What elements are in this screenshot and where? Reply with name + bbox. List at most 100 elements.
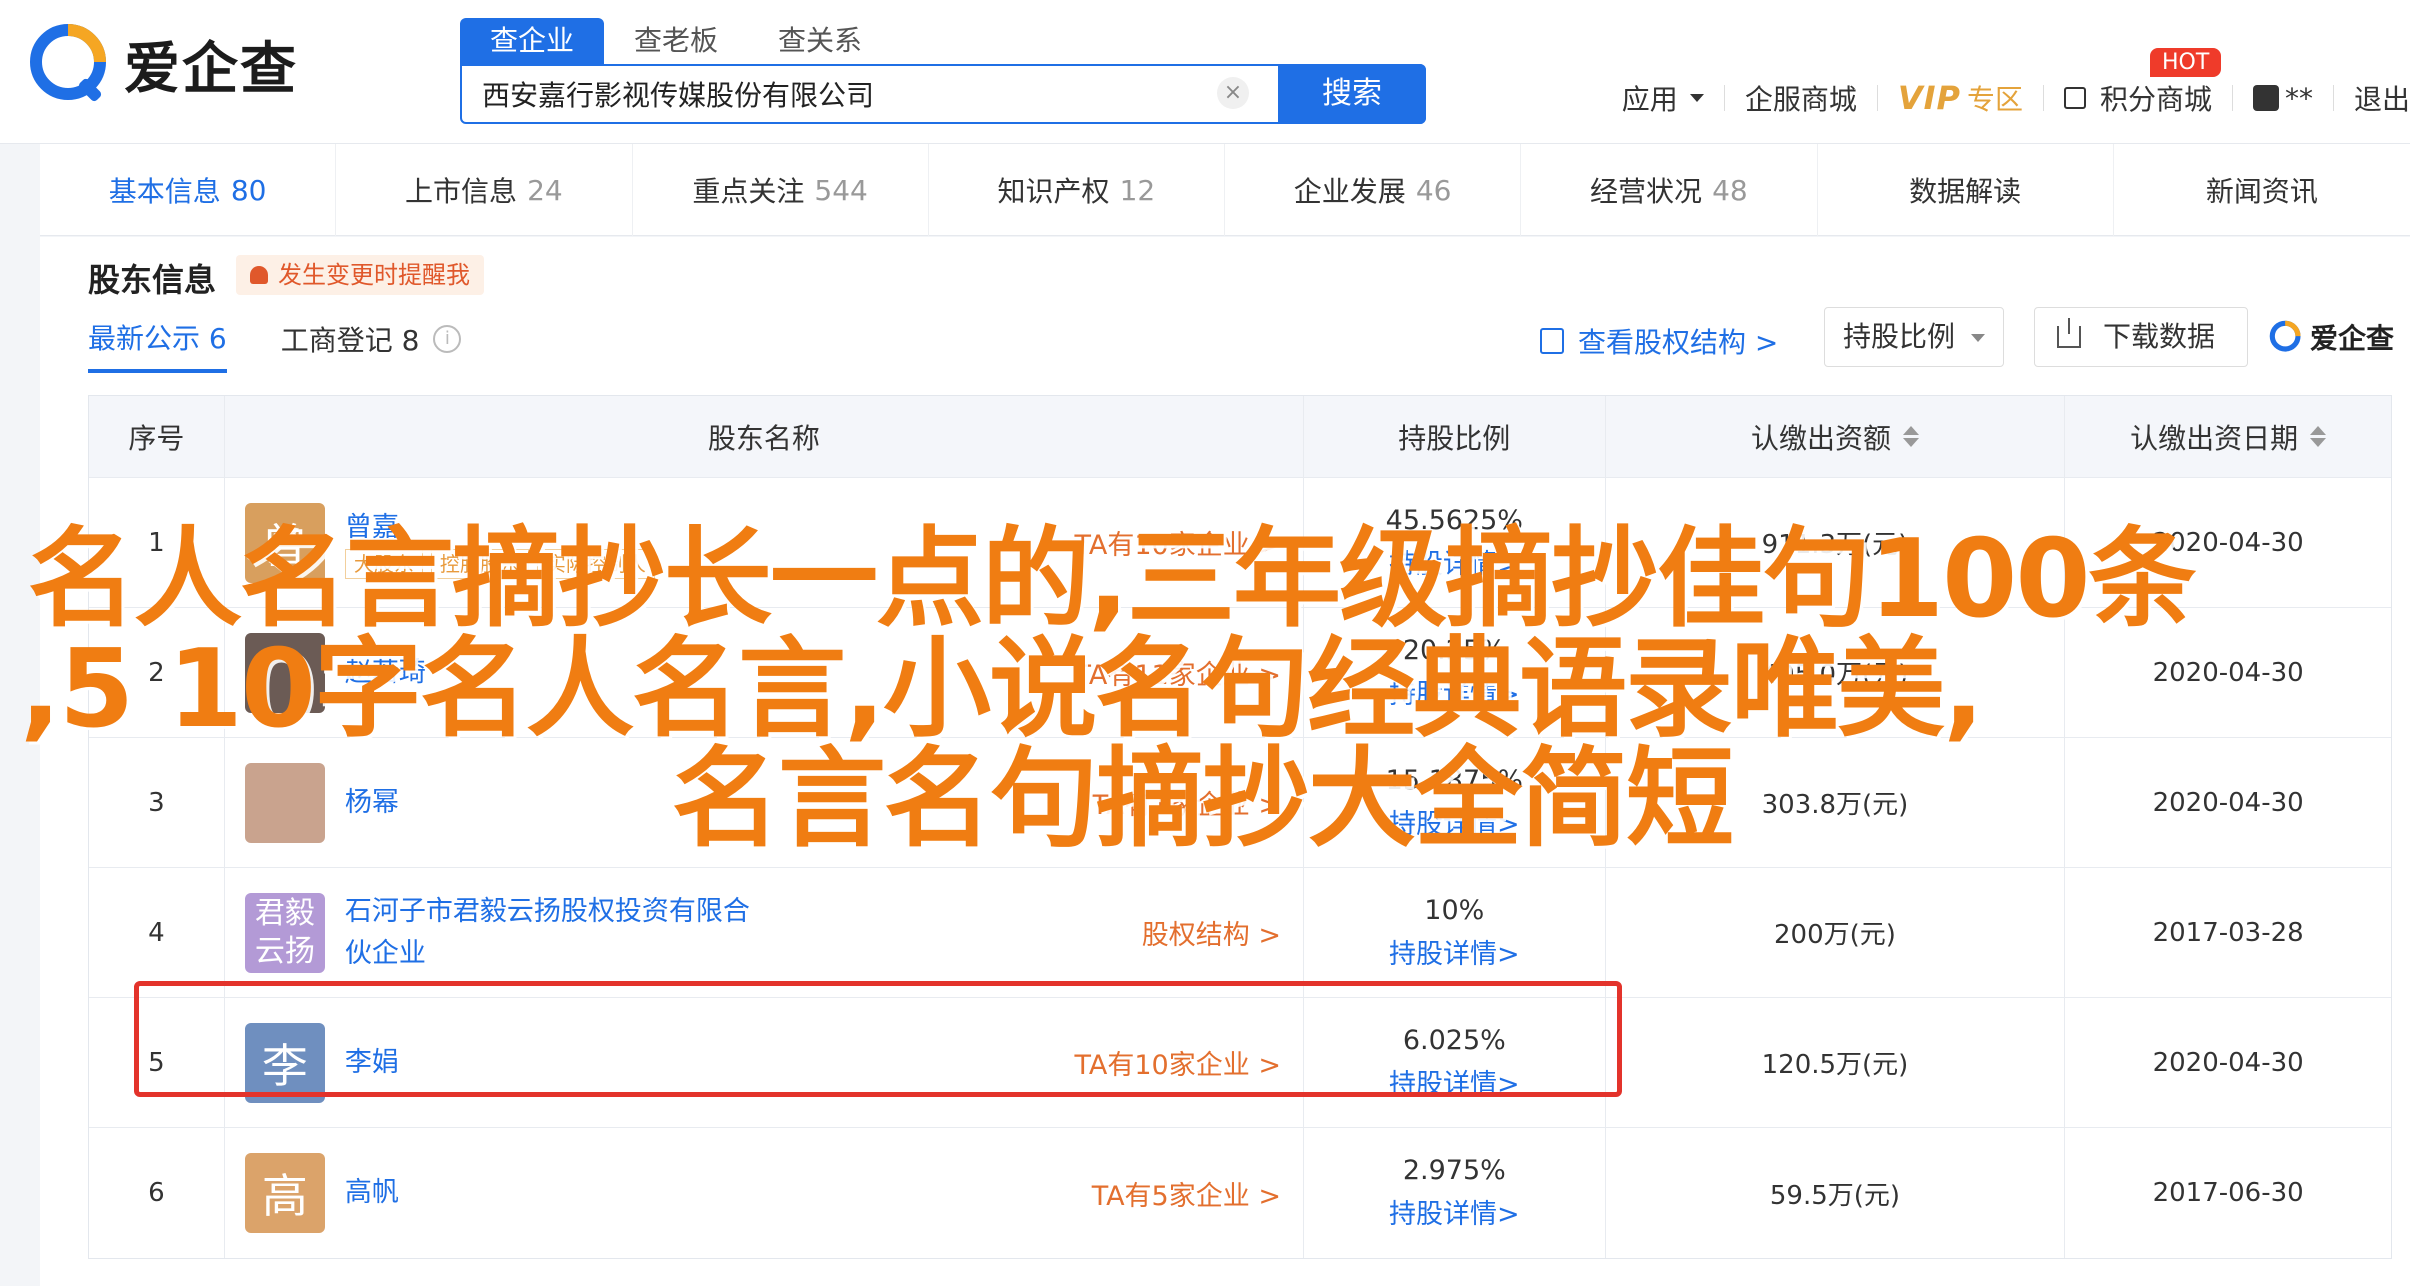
related-companies-link[interactable]: TA有11家企业 > xyxy=(1075,653,1281,692)
tab-label: 重点关注 xyxy=(692,175,805,208)
header-no: 序号 xyxy=(89,396,225,477)
holder-name-link[interactable]: 石河子市君毅云扬股权投资有限合伙企业 xyxy=(345,891,775,975)
row-no: 3 xyxy=(89,738,225,867)
tab-label: 基本信息 xyxy=(108,175,221,208)
holder-name-link[interactable]: 曾嘉 xyxy=(345,507,663,549)
holder-info: 赵若琦 xyxy=(345,652,426,694)
info-icon[interactable]: i xyxy=(433,325,462,353)
related-companies-link[interactable]: TA有10家企业 > xyxy=(1075,523,1281,562)
table-row: 6 高 高帆 TA有5家企业 > 2.975% 持股详情> 59.5万(元) 2… xyxy=(89,1128,2391,1258)
related-companies-link[interactable]: TA有5家企业 > xyxy=(1092,1174,1281,1213)
holder-info: 曾嘉 大股东 控股股东 实际控制人 xyxy=(344,507,663,579)
vip-zone-link[interactable]: VIP 专区 xyxy=(1878,78,2043,118)
change-remind-button[interactable]: 发生变更时提醒我 xyxy=(236,255,484,295)
tab-count: 46 xyxy=(1415,173,1452,207)
tab-search-company[interactable]: 查企业 xyxy=(460,18,605,64)
amount-cell: 120.5万(元) xyxy=(1606,998,2066,1127)
clear-search-button[interactable]: × xyxy=(1217,77,1249,109)
tab-business-registration[interactable]: 工商登记 8 i xyxy=(281,317,462,373)
tab-count: 544 xyxy=(814,173,868,207)
avatar-text: 曾 xyxy=(261,518,308,573)
apps-menu[interactable]: 应用 xyxy=(1602,78,1724,118)
tab-development[interactable]: 企业发展 46 xyxy=(1225,144,1522,236)
avatar xyxy=(244,632,325,713)
top-nav: 应用 企服商城 VIP 专区 积分商城 ** 退出 xyxy=(1602,76,2410,120)
download-data-button[interactable]: 下载数据 xyxy=(2034,307,2248,367)
amount-cell: 405.0万(元) xyxy=(1606,608,2066,737)
tab-label: 经营状况 xyxy=(1590,175,1703,208)
tab-ip[interactable]: 知识产权 12 xyxy=(929,144,1225,236)
search-input[interactable] xyxy=(482,66,1262,122)
holder-info: 石河子市君毅云扬股权投资有限合伙企业 xyxy=(345,891,775,975)
holder-cell: 君毅 云扬 石河子市君毅云扬股权投资有限合伙企业 股权结构 > xyxy=(225,868,1304,997)
tab-news[interactable]: 新闻资讯 xyxy=(2114,144,2410,236)
tab-label: 数据解读 xyxy=(1909,175,2022,208)
date-cell: 2020-04-30 xyxy=(2152,1047,2304,1078)
holder-name-link[interactable]: 杨幂 xyxy=(345,782,399,824)
user-menu[interactable]: ** xyxy=(2233,82,2333,115)
sort-icon xyxy=(2310,426,2327,447)
structure-icon xyxy=(1540,328,1564,354)
holding-detail-link[interactable]: 持股详情> xyxy=(1389,933,1520,977)
holding-detail-link[interactable]: 持股详情> xyxy=(1389,803,1520,847)
tab-search-boss[interactable]: 查老板 xyxy=(604,18,748,64)
header-date-label: 认缴出资日期 xyxy=(2130,421,2299,455)
table-row: 2 赵若琦 TA有11家企业 > 20.25% 持股详情> 405.0万(元) … xyxy=(89,608,2391,738)
avatar-text: 高 xyxy=(261,1169,308,1223)
view-structure-label: 查看股权结构 > xyxy=(1578,326,1779,359)
tab-search-relation[interactable]: 查关系 xyxy=(748,18,892,64)
avatar: 曾 xyxy=(244,502,325,583)
date-cell: 2017-03-28 xyxy=(2152,917,2304,948)
chevron-down-icon xyxy=(1689,94,1704,102)
ratio-sort-select[interactable]: 持股比例 xyxy=(1824,307,2004,367)
holder-tags: 大股东 控股股东 实际控制人 xyxy=(344,548,663,579)
logo-text: 爱企查 xyxy=(124,36,298,102)
holder-cell: 高 高帆 TA有5家企业 > xyxy=(225,1128,1304,1258)
header-amount[interactable]: 认缴出资额 xyxy=(1606,396,2066,477)
avatar-line: 君毅 xyxy=(254,895,315,931)
holder-info: 杨幂 xyxy=(345,782,399,824)
points-mall-link[interactable]: 积分商城 xyxy=(2044,78,2232,118)
tab-operations[interactable]: 经营状况 48 xyxy=(1521,144,1818,236)
tab-key-focus[interactable]: 重点关注 544 xyxy=(633,144,929,236)
date-cell: 2020-04-30 xyxy=(2152,787,2304,818)
ratio-cell: 45.5625% 持股详情> xyxy=(1304,478,1606,607)
holding-detail-link[interactable]: 持股详情> xyxy=(1389,543,1520,587)
service-mall-link[interactable]: 企服商城 xyxy=(1725,78,1877,118)
holder-name-link[interactable]: 高帆 xyxy=(345,1172,399,1214)
related-companies-link[interactable]: TA有1家企业 > xyxy=(1092,783,1281,822)
tab-basic-info[interactable]: 基本信息 80 xyxy=(40,144,337,236)
amount-cell: 303.8万(元) xyxy=(1606,738,2066,867)
holder-tag: 实际控制人 xyxy=(536,548,655,579)
shareholder-subtabs: 最新公示 6 工商登记 8 i xyxy=(88,317,515,373)
chevron-down-icon xyxy=(1971,334,1985,342)
ratio-cell: 20.25% 持股详情> xyxy=(1304,608,1606,737)
row-no: 2 xyxy=(89,608,225,737)
holder-cell: 曾 曾嘉 大股东 控股股东 实际控制人 TA有10家企业 > xyxy=(225,478,1304,607)
hot-badge: HOT xyxy=(2150,48,2222,77)
tab-data-insight[interactable]: 数据解读 xyxy=(1818,144,2114,236)
header-date[interactable]: 认缴出资日期 xyxy=(2065,396,2391,477)
search-button[interactable]: 搜索 xyxy=(1278,64,1426,124)
holder-name-link[interactable]: 赵若琦 xyxy=(345,652,426,694)
holder-cell: 赵若琦 TA有11家企业 > xyxy=(225,608,1304,737)
logout-link[interactable]: 退出 xyxy=(2334,78,2410,118)
brand-logo[interactable]: 爱企查 xyxy=(28,22,298,106)
view-equity-structure-link[interactable]: 查看股权结构 > xyxy=(1540,321,1778,361)
highlight-box xyxy=(134,981,1622,1097)
holding-detail-link[interactable]: 持股详情> xyxy=(1389,673,1520,717)
vip-sub-label: 专区 xyxy=(1966,83,2023,116)
avatar: 高 xyxy=(244,1153,325,1233)
tab-label: 上市信息 xyxy=(405,175,518,208)
holding-detail-link[interactable]: 持股详情> xyxy=(1389,1193,1520,1237)
shareholder-panel: 股东信息 发生变更时提醒我 最新公示 6 工商登记 8 i 查看股权结构 > 持… xyxy=(40,237,2410,1286)
row-no: 4 xyxy=(89,868,225,997)
top-header: 爱企查 查企业 查老板 查关系 × 搜索 HOT 应用 企服商城 VIP 专区 … xyxy=(0,0,2410,144)
ratio-cell: 15.1875% 持股详情> xyxy=(1304,738,1606,867)
tab-listing-info[interactable]: 上市信息 24 xyxy=(336,144,633,236)
holding-ratio: 45.5625% xyxy=(1385,504,1523,536)
related-companies-link[interactable]: 股权结构 > xyxy=(1142,913,1281,952)
tab-latest-disclosure[interactable]: 最新公示 6 xyxy=(88,317,227,373)
tab-label: 企业发展 xyxy=(1293,175,1406,208)
ratio-select-label: 持股比例 xyxy=(1843,320,1956,353)
